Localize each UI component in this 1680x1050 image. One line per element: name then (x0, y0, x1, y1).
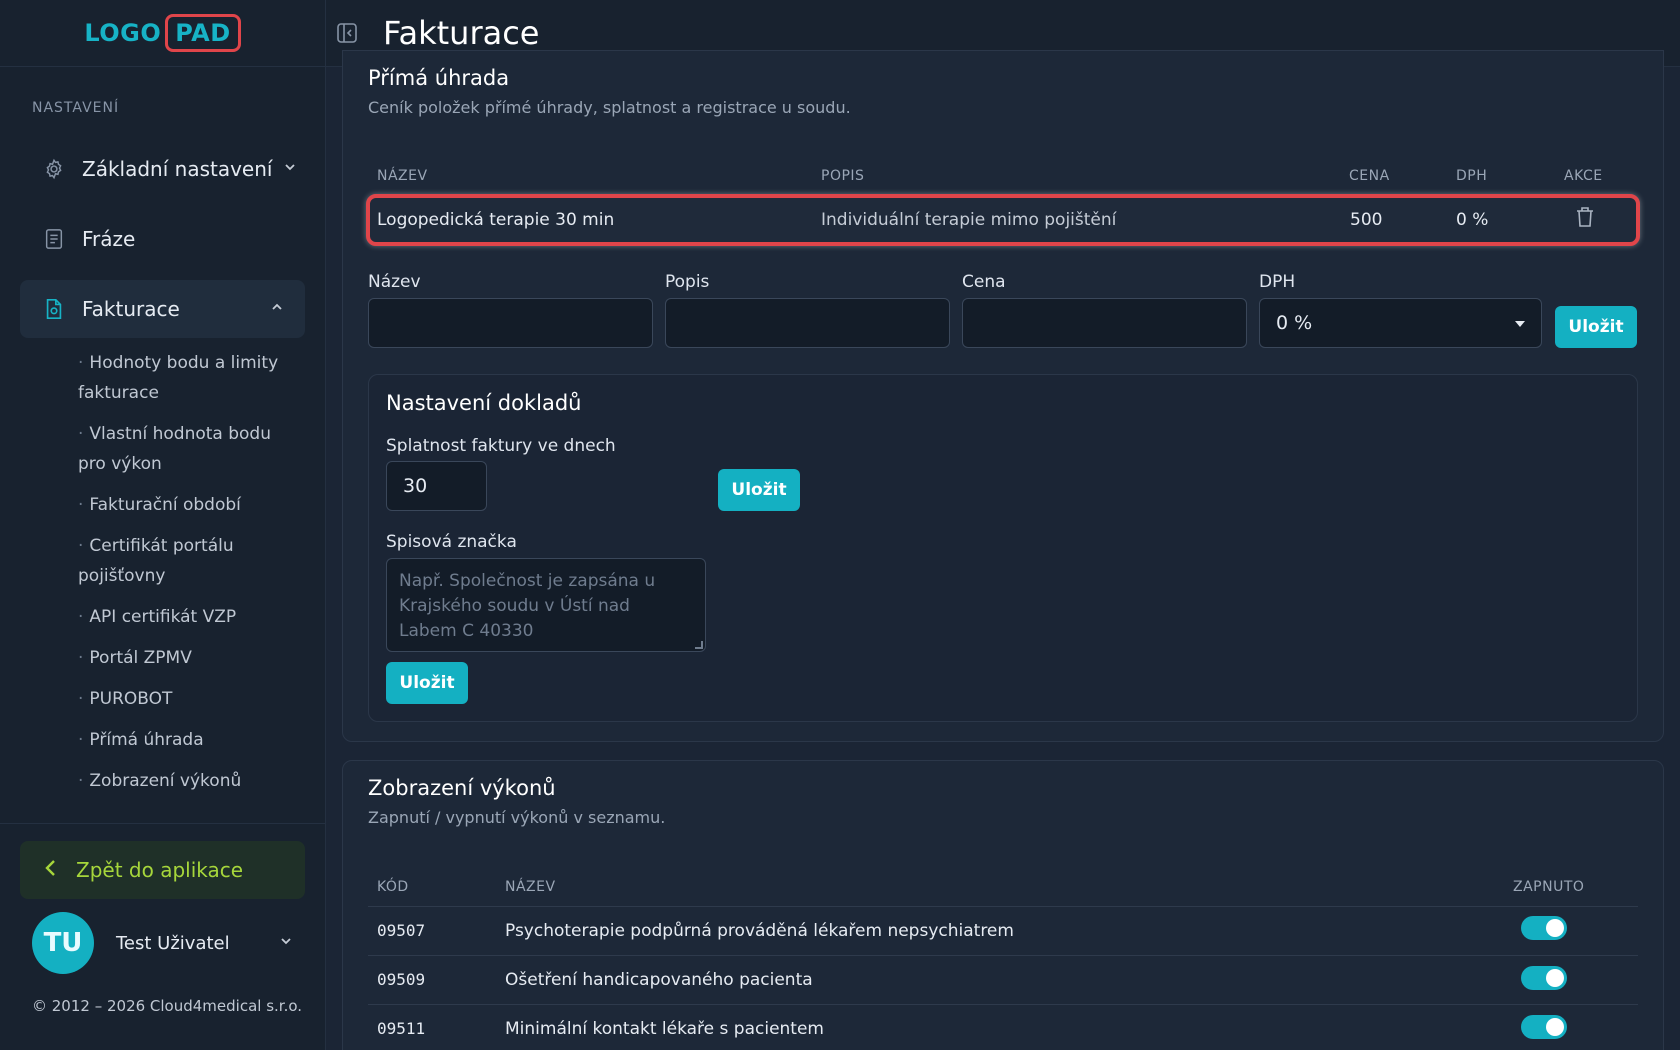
procedures-card (342, 760, 1664, 1050)
col-header-enabled: ZAPNUTO (1513, 879, 1585, 895)
name-label: Název (368, 272, 421, 292)
vat-select[interactable]: 0 % (1259, 298, 1542, 348)
procedures-title: Zobrazení výkonů (368, 776, 556, 800)
procedure-name: Psychoterapie podpůrná prováděná lékařem… (505, 921, 1014, 941)
col-header-name: NÁZEV (377, 168, 428, 184)
logo-area: LOGO PAD (0, 0, 325, 67)
caret-down-icon (1515, 321, 1525, 327)
col-header-price: CENA (1349, 168, 1390, 184)
sidebar: LOGO PAD NASTAVENÍ Základní nastavení Fr… (0, 0, 326, 1050)
direct-payment-subtitle: Ceník položek přímé úhrady, splatnost a … (368, 98, 851, 117)
procedure-name: Ošetření handicapovaného pacienta (505, 970, 813, 990)
logo-part1: LOGO (84, 19, 162, 47)
chevron-down-icon (280, 935, 292, 951)
sidebar-item-invoicing[interactable]: Fakturace (20, 280, 305, 338)
procedure-code: 09507 (377, 921, 426, 940)
copyright: © 2012 – 2026 Cloud4medical s.r.o. (32, 997, 303, 1015)
file-number-textarea[interactable]: Např. Společnost je zapsána u Krajského … (386, 558, 706, 652)
procedure-name: Minimální kontakt lékaře s pacientem (505, 1019, 824, 1039)
logo[interactable]: LOGO PAD (84, 14, 241, 52)
gear-icon (42, 157, 66, 181)
sidebar-collapse-icon[interactable] (336, 22, 358, 44)
trash-icon[interactable] (1576, 206, 1594, 232)
invoice-icon (42, 297, 66, 321)
file-number-label: Spisová značka (386, 532, 517, 552)
chevron-down-icon (284, 161, 296, 177)
direct-payment-title: Přímá úhrada (368, 66, 510, 90)
name-input[interactable] (368, 298, 653, 348)
toggle-knob (1546, 1018, 1564, 1036)
subnav-item[interactable]: · Přímá úhrada (78, 725, 304, 755)
avatar: TU (32, 912, 94, 974)
row-price: 500 (1350, 210, 1383, 230)
procedure-toggle[interactable] (1521, 916, 1567, 940)
save-file-number-button[interactable]: Uložit (386, 662, 468, 704)
procedure-code: 09511 (377, 1019, 426, 1038)
due-days-label: Splatnost faktury ve dnech (386, 436, 616, 456)
back-to-app-label: Zpět do aplikace (76, 858, 244, 882)
vat-select-value: 0 % (1276, 312, 1313, 334)
user-menu[interactable]: TU Test Uživatel (32, 912, 292, 974)
subnav-item[interactable]: · API certifikát VZP (78, 602, 304, 632)
subnav-item[interactable]: · Fakturační období (78, 490, 304, 520)
procedure-toggle[interactable] (1521, 1015, 1567, 1039)
sidebar-divider (0, 823, 326, 824)
document-icon (42, 227, 66, 251)
row-divider (368, 955, 1638, 956)
col-header-vat: DPH (1456, 168, 1488, 184)
back-to-app-button[interactable]: Zpět do aplikace (20, 841, 305, 899)
description-label: Popis (665, 272, 710, 292)
sidebar-item-label: Fakturace (82, 297, 180, 321)
chevron-up-icon (271, 301, 283, 317)
row-divider (368, 1004, 1638, 1005)
subnav-item[interactable]: · Vlastní hodnota bodu pro výkon (78, 419, 304, 479)
procedure-code: 09509 (377, 970, 426, 989)
invoicing-subnav: · Hodnoty bodu a limity fakturace · Vlastn… (78, 348, 304, 807)
subnav-item[interactable]: · PUROBOT (78, 684, 304, 714)
col-header-proc-name: NÁZEV (505, 879, 556, 895)
subnav-item[interactable]: · Hodnoty bodu a limity fakturace (78, 348, 304, 408)
sidebar-item-label: Fráze (82, 227, 136, 251)
sidebar-item-label: Základní nastavení (82, 157, 273, 181)
due-days-input[interactable]: 30 (386, 461, 487, 511)
row-vat: 0 % (1456, 210, 1489, 230)
vat-label: DPH (1259, 272, 1296, 292)
toggle-knob (1546, 919, 1564, 937)
file-number-placeholder: Např. Společnost je zapsána u Krajského … (399, 571, 656, 641)
col-header-code: KÓD (377, 879, 409, 895)
user-name: Test Uživatel (116, 932, 230, 954)
documents-title: Nastavení dokladů (386, 391, 582, 415)
price-input[interactable] (962, 298, 1247, 348)
sidebar-item-phrases[interactable]: Fráze (20, 210, 305, 268)
resize-handle-icon[interactable] (695, 641, 703, 649)
toggle-knob (1546, 969, 1564, 987)
procedures-subtitle: Zapnutí / vypnutí výkonů v seznamu. (368, 808, 666, 827)
documents-settings-card (368, 374, 1638, 722)
chevron-left-icon (44, 858, 58, 882)
logo-part2: PAD (165, 14, 241, 52)
due-days-value: 30 (403, 475, 428, 497)
subnav-item[interactable]: · Portál ZPMV (78, 643, 304, 673)
page-title: Fakturace (383, 14, 540, 52)
col-header-actions: AKCE (1564, 168, 1603, 184)
sidebar-section-label: NASTAVENÍ (32, 100, 120, 116)
row-description: Individuální terapie mimo pojištění (821, 210, 1117, 230)
row-name: Logopedická terapie 30 min (377, 210, 615, 230)
save-due-button[interactable]: Uložit (718, 469, 800, 511)
procedure-toggle[interactable] (1521, 966, 1567, 990)
description-input[interactable] (665, 298, 950, 348)
col-header-description: POPIS (821, 168, 865, 184)
save-item-button[interactable]: Uložit (1555, 306, 1637, 348)
sidebar-item-basic-settings[interactable]: Základní nastavení (20, 140, 305, 198)
subnav-item[interactable]: · Certifikát portálu pojišťovny (78, 531, 304, 591)
subnav-item[interactable]: · Zobrazení výkonů (78, 766, 304, 796)
price-label: Cena (962, 272, 1006, 292)
row-divider (368, 906, 1638, 907)
